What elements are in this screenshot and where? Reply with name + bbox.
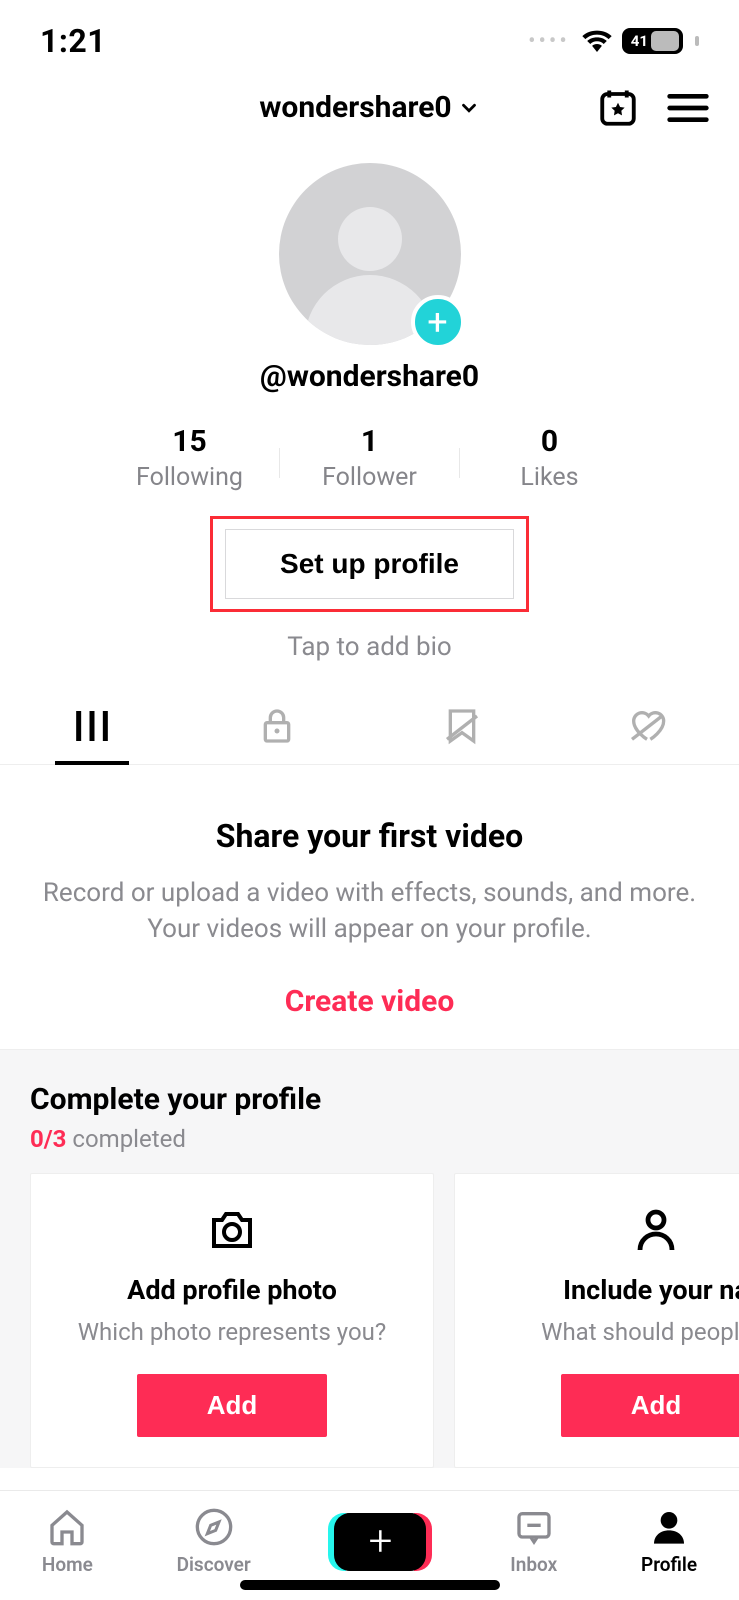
inbox-icon bbox=[512, 1507, 556, 1547]
tab-repost[interactable] bbox=[370, 706, 555, 764]
card-add-photo: Add profile photo Which photo represents… bbox=[30, 1173, 434, 1468]
home-icon bbox=[45, 1507, 89, 1547]
plus-icon: + bbox=[369, 1521, 393, 1563]
nav-profile[interactable]: Profile bbox=[641, 1507, 697, 1576]
stat-likes[interactable]: 0 Likes bbox=[460, 424, 640, 492]
username-dropdown[interactable]: wondershare0 bbox=[259, 90, 479, 125]
heart-hidden-icon bbox=[627, 706, 667, 746]
profile-stats: 15 Following 1 Follower 0 Likes bbox=[0, 424, 739, 492]
bio-placeholder[interactable]: Tap to add bio bbox=[0, 632, 739, 662]
person-icon bbox=[632, 1208, 680, 1252]
status-bar: 1:21 •••• 41 bbox=[0, 0, 739, 70]
lock-icon bbox=[257, 706, 297, 746]
status-right: •••• 41 bbox=[528, 28, 699, 54]
card-add-name: Include your na What should people c Add bbox=[454, 1173, 739, 1468]
add-photo-button[interactable]: Add bbox=[137, 1374, 328, 1437]
first-video-desc: Record or upload a video with effects, s… bbox=[40, 875, 699, 948]
profile-icon bbox=[647, 1507, 691, 1547]
complete-profile-progress: 0/3 completed bbox=[30, 1125, 739, 1153]
avatar-section: + @wondershare0 bbox=[0, 155, 739, 394]
tab-grid[interactable] bbox=[0, 706, 185, 764]
tab-private[interactable] bbox=[185, 706, 370, 764]
profile-tabs bbox=[0, 706, 739, 765]
status-time: 1:21 bbox=[40, 22, 106, 60]
setup-profile-button[interactable]: Set up profile bbox=[225, 529, 514, 599]
first-video-prompt: Share your first video Record or upload … bbox=[0, 765, 739, 1049]
battery-icon: 41 bbox=[622, 28, 683, 54]
profile-header: wondershare0 bbox=[0, 70, 739, 155]
add-name-button[interactable]: Add bbox=[561, 1374, 739, 1437]
username-text: wondershare0 bbox=[259, 90, 451, 125]
nav-discover[interactable]: Discover bbox=[177, 1507, 251, 1576]
camera-icon bbox=[208, 1208, 256, 1252]
complete-profile-section: Complete your profile 0/3 completed Add … bbox=[0, 1049, 739, 1468]
home-indicator[interactable] bbox=[240, 1580, 500, 1590]
complete-profile-title: Complete your profile bbox=[30, 1082, 739, 1117]
complete-cards[interactable]: Add profile photo Which photo represents… bbox=[30, 1173, 739, 1468]
grid-icon bbox=[72, 706, 112, 746]
bookmark-hidden-icon bbox=[442, 706, 482, 746]
tab-liked[interactable] bbox=[554, 706, 739, 764]
nav-create[interactable]: + bbox=[334, 1513, 426, 1571]
setup-profile-highlight: Set up profile bbox=[210, 516, 529, 612]
compass-icon bbox=[192, 1507, 236, 1547]
signal-dots-icon: •••• bbox=[528, 29, 570, 54]
profile-handle: @wondershare0 bbox=[260, 359, 479, 394]
avatar[interactable]: + bbox=[279, 163, 461, 345]
first-video-title: Share your first video bbox=[40, 817, 699, 855]
stat-follower[interactable]: 1 Follower bbox=[280, 424, 460, 492]
chevron-down-icon bbox=[458, 97, 480, 119]
hamburger-menu-icon[interactable] bbox=[667, 93, 709, 123]
calendar-star-icon[interactable] bbox=[597, 87, 639, 129]
create-video-link[interactable]: Create video bbox=[285, 984, 455, 1019]
nav-inbox[interactable]: Inbox bbox=[510, 1507, 557, 1576]
wifi-icon bbox=[582, 30, 612, 52]
nav-home[interactable]: Home bbox=[42, 1507, 93, 1576]
stat-following[interactable]: 15 Following bbox=[100, 424, 280, 492]
avatar-add-icon[interactable]: + bbox=[411, 295, 465, 349]
